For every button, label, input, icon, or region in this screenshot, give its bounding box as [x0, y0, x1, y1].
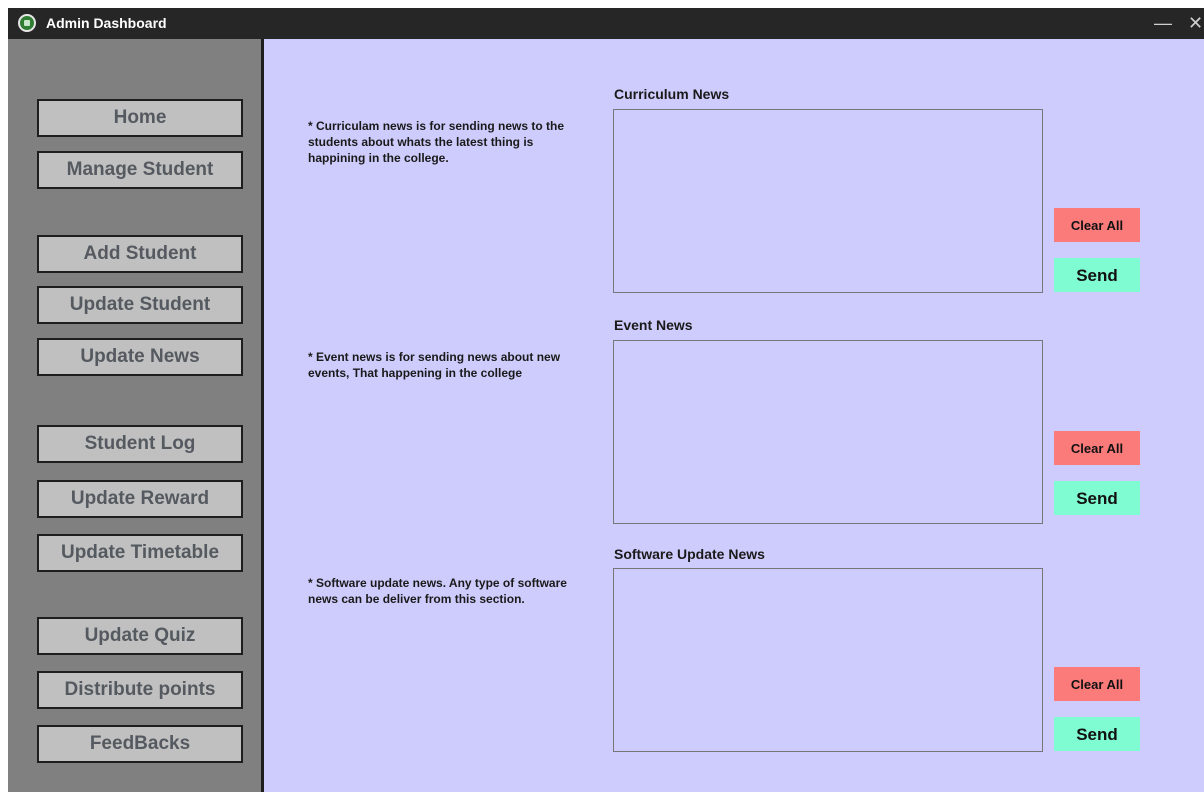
event-news-input[interactable]: [613, 340, 1043, 524]
curriculum-clear-all-button[interactable]: Clear All: [1054, 208, 1140, 242]
software-update-send-button[interactable]: Send: [1054, 717, 1140, 751]
sidebar-item-student-log[interactable]: Student Log: [37, 425, 243, 463]
sidebar-item-home[interactable]: Home: [37, 99, 243, 137]
sidebar-item-feedbacks[interactable]: FeedBacks: [37, 725, 243, 763]
sidebar-item-update-news[interactable]: Update News: [37, 338, 243, 376]
curriculum-news-description: * Curriculam news is for sending news to…: [308, 119, 565, 165]
sidebar-item-update-quiz[interactable]: Update Quiz: [37, 617, 243, 655]
curriculum-send-button[interactable]: Send: [1054, 258, 1140, 292]
sidebar-item-manage-student[interactable]: Manage Student: [37, 151, 243, 189]
sidebar: Home Manage Student Add Student Update S…: [8, 39, 264, 792]
close-icon[interactable]: ✕: [1188, 11, 1203, 35]
event-clear-all-button[interactable]: Clear All: [1054, 431, 1140, 465]
curriculum-news-input[interactable]: [613, 109, 1043, 293]
software-update-clear-all-button[interactable]: Clear All: [1054, 667, 1140, 701]
sidebar-item-update-reward[interactable]: Update Reward: [37, 480, 243, 518]
sidebar-item-update-student[interactable]: Update Student: [37, 286, 243, 324]
title-bar: Admin Dashboard — ✕: [8, 8, 1204, 39]
sidebar-item-add-student[interactable]: Add Student: [37, 235, 243, 273]
window-title: Admin Dashboard: [46, 15, 167, 31]
minimize-icon[interactable]: —: [1154, 11, 1172, 35]
event-news-description: * Event news is for sending news about n…: [308, 350, 561, 380]
sidebar-item-update-timetable[interactable]: Update Timetable: [37, 534, 243, 572]
event-news-title: Event News: [614, 317, 693, 333]
app-logo-icon: [18, 14, 36, 32]
software-update-news-title: Software Update News: [614, 546, 765, 562]
event-send-button[interactable]: Send: [1054, 481, 1140, 515]
admin-dashboard-window: Admin Dashboard — ✕ Home Manage Student …: [8, 8, 1204, 792]
curriculum-news-title: Curriculum News: [614, 86, 730, 102]
sidebar-item-distribute-points[interactable]: Distribute points: [37, 671, 243, 709]
software-update-news-input[interactable]: [613, 568, 1043, 752]
software-update-news-description: * Software update news. Any type of soft…: [308, 576, 567, 606]
